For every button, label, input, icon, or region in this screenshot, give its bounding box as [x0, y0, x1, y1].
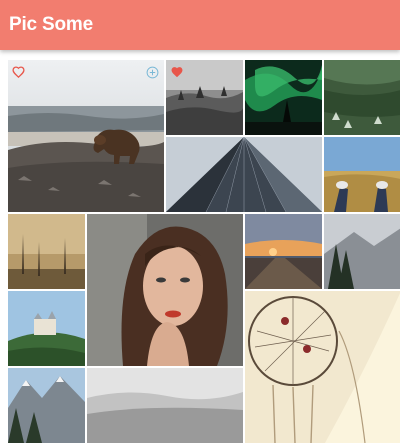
- photo-woman-portrait[interactable]: [87, 214, 243, 366]
- photo-aurora-night[interactable]: [245, 60, 322, 135]
- photo-city-sunset[interactable]: [245, 214, 322, 289]
- photo-pine-forest-aerial[interactable]: [324, 60, 400, 135]
- photo-grid: [8, 60, 400, 443]
- photo-fog-hills[interactable]: [87, 368, 243, 443]
- photo-skyscraper-upward[interactable]: [166, 137, 322, 212]
- photo-mountain-pines[interactable]: [324, 214, 400, 289]
- heart-filled-icon[interactable]: [170, 66, 184, 78]
- photo-foggy-dead-trees[interactable]: [8, 214, 85, 289]
- photo-castle-on-hill[interactable]: [8, 291, 85, 366]
- photo-bear-on-rocks[interactable]: [8, 60, 164, 212]
- photo-dreamcatcher[interactable]: [245, 291, 400, 443]
- add-circle-icon[interactable]: [146, 66, 159, 79]
- heart-outline-icon[interactable]: [12, 66, 25, 78]
- app-header: Pic Some: [0, 0, 400, 50]
- photo-snowy-peaks[interactable]: [8, 368, 85, 443]
- app-title[interactable]: Pic Some: [9, 14, 93, 36]
- photo-feet-in-field[interactable]: [324, 137, 400, 212]
- photo-misty-forest[interactable]: [166, 60, 243, 135]
